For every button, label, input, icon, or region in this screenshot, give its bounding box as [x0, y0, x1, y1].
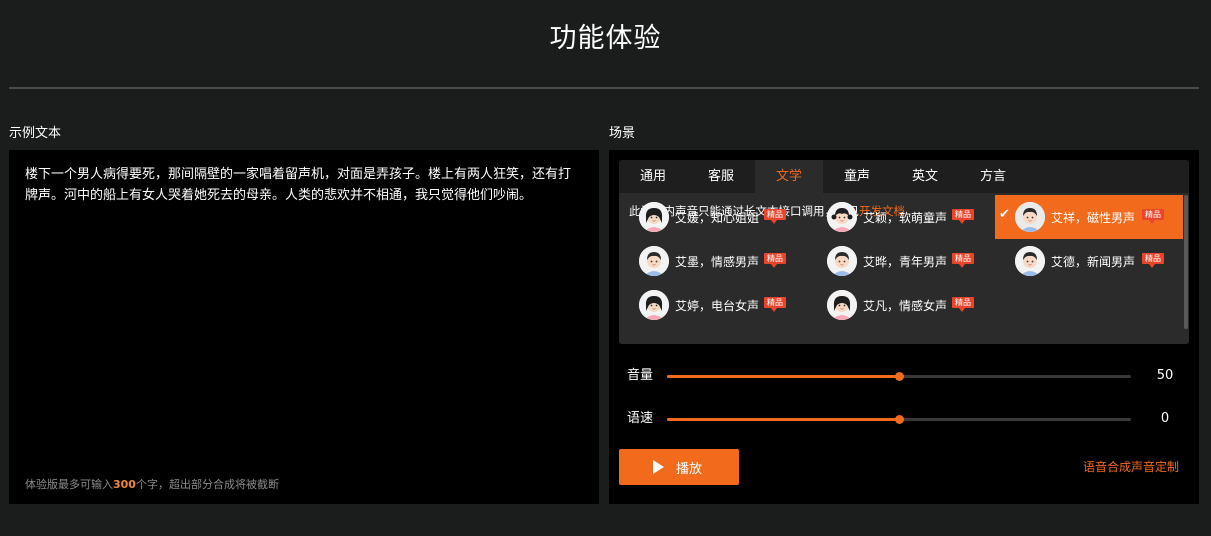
voice-card[interactable]: 艾晔，青年男声 精品: [807, 239, 995, 283]
speed-value: 0: [1160, 411, 1170, 426]
premium-badge: 精品: [952, 209, 974, 224]
tab-customer-service[interactable]: 客服: [687, 160, 755, 193]
speed-slider-thumb[interactable]: [895, 415, 904, 424]
sample-text[interactable]: 楼下一个男人病得要死，那间隔壁的一家唱着留声机，对面是弄孩子。楼上有两人狂笑，还…: [25, 164, 581, 206]
limit-prefix: 体验版最多可输入: [25, 478, 113, 491]
premium-badge: 精品: [764, 297, 786, 312]
scene-label: 场景: [609, 126, 636, 141]
voice-avatar: [827, 246, 857, 276]
play-icon: [653, 460, 664, 474]
voice-avatar: [1015, 246, 1045, 276]
tab-child-voice[interactable]: 童声: [823, 160, 891, 193]
tab-dialect[interactable]: 方言: [959, 160, 1027, 193]
speed-control: 语速 0: [627, 409, 1187, 429]
voice-name: 艾晔，青年男声: [863, 255, 948, 269]
voice-avatar: [639, 290, 669, 320]
voice-card[interactable]: 艾颖，软萌童声 精品: [807, 195, 995, 239]
premium-badge: 精品: [952, 297, 974, 312]
voice-name: 艾颖，软萌童声: [863, 211, 948, 225]
check-icon: ✔: [999, 207, 1010, 222]
scene-tabs: 通用 客服 文学 童声 英文 方言: [619, 160, 1189, 193]
premium-badge: 精品: [764, 253, 786, 268]
volume-label: 音量: [627, 368, 654, 383]
voice-avatar: [639, 202, 669, 232]
voice-card[interactable]: 艾媛，知心姐姐 精品: [619, 195, 807, 239]
header-divider: [9, 87, 1199, 89]
play-button-label: 播放: [676, 462, 703, 477]
tab-general[interactable]: 通用: [619, 160, 687, 193]
volume-control: 音量 50: [627, 366, 1187, 386]
volume-slider-thumb[interactable]: [895, 372, 904, 381]
play-button[interactable]: 播放: [619, 449, 739, 485]
tab-literature[interactable]: 文学: [755, 160, 823, 193]
voice-card[interactable]: 艾凡，情感女声 精品: [807, 283, 995, 327]
limit-suffix: 个字，超出部分合成将被截断: [135, 478, 279, 491]
speed-label: 语速: [627, 411, 654, 426]
voice-name: 艾媛，知心姐姐: [675, 211, 760, 225]
sample-text-panel[interactable]: 楼下一个男人病得要死，那间隔壁的一家唱着留声机，对面是弄孩子。楼上有两人狂笑，还…: [9, 150, 599, 504]
voice-card[interactable]: 艾德，新闻男声 精品: [995, 239, 1183, 283]
voice-name: 艾婷，电台女声: [675, 299, 760, 313]
voice-avatar: [827, 290, 857, 320]
scene-panel: 通用 客服 文学 童声 英文 方言 此场景内声音只能通过长文本接口调用，详见开发…: [609, 150, 1199, 504]
scene-box: 通用 客服 文学 童声 英文 方言 此场景内声音只能通过长文本接口调用，详见开发…: [619, 160, 1189, 344]
premium-badge: 精品: [1142, 209, 1164, 224]
voice-card[interactable]: 艾墨，情感男声 精品: [619, 239, 807, 283]
voice-customization-link[interactable]: 语音合成声音定制: [1083, 458, 1179, 475]
sample-text-label: 示例文本: [9, 126, 62, 141]
page-title: 功能体验: [549, 23, 662, 54]
voice-avatar: [827, 202, 857, 232]
voice-card[interactable]: 艾婷，电台女声 精品: [619, 283, 807, 327]
limit-count: 300: [113, 478, 136, 491]
voice-avatar: [639, 246, 669, 276]
volume-value: 50: [1156, 368, 1174, 383]
voice-card[interactable]: ✔ 艾祥，磁性男声 精品: [995, 195, 1183, 239]
premium-badge: 精品: [764, 209, 786, 224]
volume-slider-fill: [667, 375, 899, 378]
voice-avatar: [1015, 202, 1045, 232]
speed-slider-fill: [667, 418, 899, 421]
input-limit-note: 体验版最多可输入300个字，超出部分合成将被截断: [25, 476, 279, 492]
speed-slider[interactable]: [667, 415, 1131, 424]
voice-name: 艾墨，情感男声: [675, 255, 760, 269]
voice-name: 艾德，新闻男声: [1051, 255, 1136, 269]
premium-badge: 精品: [952, 253, 974, 268]
tab-english[interactable]: 英文: [891, 160, 959, 193]
voice-list-scrollbar[interactable]: [1184, 195, 1188, 329]
voice-name: 艾凡，情感女声: [863, 299, 948, 313]
voice-name: 艾祥，磁性男声: [1051, 211, 1136, 225]
volume-slider[interactable]: [667, 372, 1131, 381]
premium-badge: 精品: [1142, 253, 1164, 268]
